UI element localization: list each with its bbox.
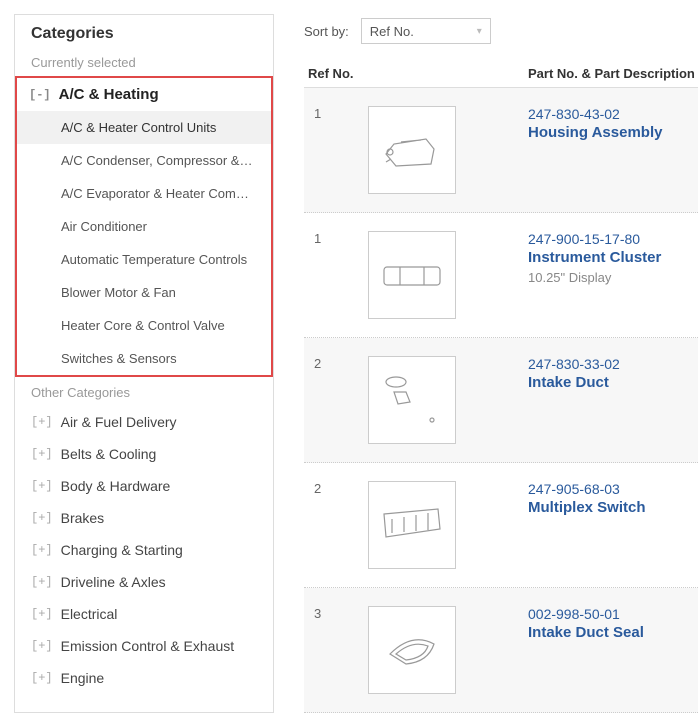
part-image[interactable] bbox=[368, 356, 456, 444]
cat-air-fuel[interactable]: [+] Air & Fuel Delivery bbox=[15, 406, 273, 438]
cat-driveline-axles[interactable]: [+] Driveline & Axles bbox=[15, 566, 273, 598]
selected-category-box: [-] A/C & Heating A/C & Heater Control U… bbox=[15, 76, 273, 377]
categories-sidebar: Categories Currently selected [-] A/C & … bbox=[14, 14, 274, 713]
cat-body-hardware[interactable]: [+] Body & Hardware bbox=[15, 470, 273, 502]
header-ref: Ref No. bbox=[304, 66, 368, 81]
part-name-link[interactable]: Intake Duct bbox=[528, 374, 698, 391]
ref-no: 3 bbox=[304, 606, 368, 694]
cat-emission-control[interactable]: [+] Emission Control & Exhaust bbox=[15, 630, 273, 662]
other-categories-label: Other Categories bbox=[15, 381, 273, 406]
part-no-link[interactable]: 002-998-50-01 bbox=[528, 606, 698, 622]
expand-icon: [+] bbox=[31, 607, 53, 621]
part-no-link[interactable]: 247-900-15-17-80 bbox=[528, 231, 698, 247]
cat-brakes[interactable]: [+] Brakes bbox=[15, 502, 273, 534]
header-desc: Part No. & Part Description bbox=[528, 66, 698, 81]
part-row: 1 247-900-15-17-80 Instrument Cluster 10… bbox=[304, 213, 698, 338]
cat-charging-starting[interactable]: [+] Charging & Starting bbox=[15, 534, 273, 566]
part-no-link[interactable]: 247-905-68-03 bbox=[528, 481, 698, 497]
parts-list: Sort by: Ref No. ▾ Ref No. Part No. & Pa… bbox=[304, 14, 698, 713]
subcat-auto-temp-controls[interactable]: Automatic Temperature Controls bbox=[17, 243, 271, 276]
subcat-blower-motor[interactable]: Blower Motor & Fan bbox=[17, 276, 271, 309]
part-name-link[interactable]: Intake Duct Seal bbox=[528, 624, 698, 641]
expand-icon: [+] bbox=[31, 511, 53, 525]
sort-label: Sort by: bbox=[304, 24, 349, 39]
cat-label: Belts & Cooling bbox=[61, 446, 157, 462]
expand-icon: [+] bbox=[31, 415, 53, 429]
part-name-link[interactable]: Housing Assembly bbox=[528, 124, 698, 141]
collapse-icon: [-] bbox=[29, 88, 51, 102]
cat-electrical[interactable]: [+] Electrical bbox=[15, 598, 273, 630]
cat-label: Body & Hardware bbox=[61, 478, 171, 494]
cat-label: Air & Fuel Delivery bbox=[61, 414, 177, 430]
part-note: 10.25" Display bbox=[528, 270, 698, 285]
cat-label: Engine bbox=[61, 670, 105, 686]
subcat-ac-condenser[interactable]: A/C Condenser, Compressor & Lines bbox=[17, 144, 271, 177]
cat-label: Electrical bbox=[61, 606, 118, 622]
currently-selected-label: Currently selected bbox=[15, 51, 273, 76]
subcat-ac-heater-control-units[interactable]: A/C & Heater Control Units bbox=[17, 111, 271, 144]
expand-icon: [+] bbox=[31, 447, 53, 461]
part-name-link[interactable]: Multiplex Switch bbox=[528, 499, 698, 516]
part-row: 3 002-998-50-01 Intake Duct Seal bbox=[304, 588, 698, 713]
part-image[interactable] bbox=[368, 106, 456, 194]
chevron-down-icon: ▾ bbox=[477, 26, 482, 37]
ref-no: 1 bbox=[304, 106, 368, 194]
cat-label: Driveline & Axles bbox=[61, 574, 166, 590]
ref-no: 2 bbox=[304, 356, 368, 444]
table-header: Ref No. Part No. & Part Description bbox=[304, 60, 698, 88]
part-image[interactable] bbox=[368, 481, 456, 569]
expand-icon: [+] bbox=[31, 575, 53, 589]
sidebar-title: Categories bbox=[15, 25, 273, 51]
subcat-ac-evaporator[interactable]: A/C Evaporator & Heater Compon… bbox=[17, 177, 271, 210]
category-label: A/C & Heating bbox=[59, 86, 159, 103]
part-name-link[interactable]: Instrument Cluster bbox=[528, 249, 698, 266]
cat-label: Charging & Starting bbox=[61, 542, 183, 558]
part-no-link[interactable]: 247-830-43-02 bbox=[528, 106, 698, 122]
part-row: 1 247-830-43-02 Housing Assembly bbox=[304, 88, 698, 213]
subcat-heater-core[interactable]: Heater Core & Control Valve bbox=[17, 309, 271, 342]
sort-value: Ref No. bbox=[370, 24, 414, 39]
part-image[interactable] bbox=[368, 606, 456, 694]
ref-no: 2 bbox=[304, 481, 368, 569]
part-no-link[interactable]: 247-830-33-02 bbox=[528, 356, 698, 372]
category-ac-heating[interactable]: [-] A/C & Heating bbox=[17, 78, 271, 111]
subcat-air-conditioner[interactable]: Air Conditioner bbox=[17, 210, 271, 243]
ref-no: 1 bbox=[304, 231, 368, 319]
expand-icon: [+] bbox=[31, 479, 53, 493]
part-image[interactable] bbox=[368, 231, 456, 319]
expand-icon: [+] bbox=[31, 543, 53, 557]
sort-row: Sort by: Ref No. ▾ bbox=[304, 18, 698, 44]
part-row: 2 247-905-68-03 Multiplex Switch bbox=[304, 463, 698, 588]
cat-label: Emission Control & Exhaust bbox=[61, 638, 235, 654]
part-row: 2 247-830-33-02 Intake Duct bbox=[304, 338, 698, 463]
expand-icon: [+] bbox=[31, 639, 53, 653]
expand-icon: [+] bbox=[31, 671, 53, 685]
cat-engine[interactable]: [+] Engine bbox=[15, 662, 273, 694]
cat-label: Brakes bbox=[61, 510, 105, 526]
subcat-switches-sensors[interactable]: Switches & Sensors bbox=[17, 342, 271, 375]
sort-select[interactable]: Ref No. ▾ bbox=[361, 18, 491, 44]
cat-belts-cooling[interactable]: [+] Belts & Cooling bbox=[15, 438, 273, 470]
